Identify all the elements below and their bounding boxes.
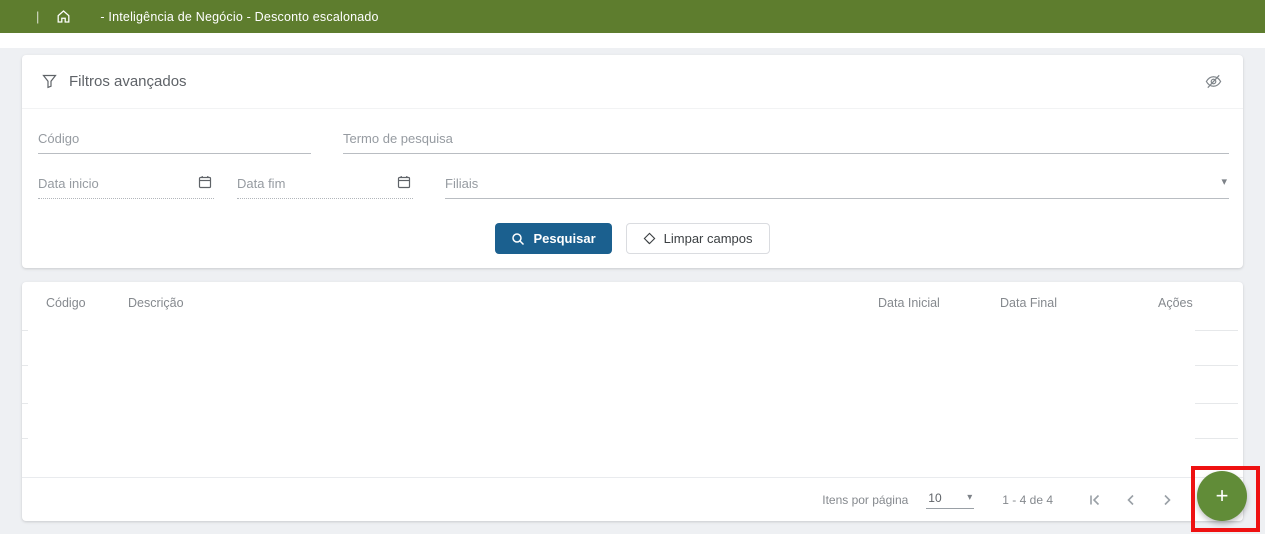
eraser-icon bbox=[643, 232, 656, 245]
pager-buttons bbox=[1083, 488, 1215, 512]
pesquisar-button[interactable]: Pesquisar bbox=[495, 223, 611, 254]
column-header-data-inicial: Data Inicial bbox=[878, 296, 940, 310]
results-table-card: Código Descrição Data Inicial Data Final… bbox=[22, 282, 1243, 521]
paginator: Itens por página 10 ▾ 1 - 4 de 4 bbox=[22, 477, 1243, 521]
eye-off-icon[interactable] bbox=[1204, 72, 1223, 91]
column-header-data-final: Data Final bbox=[1000, 296, 1057, 310]
top-bar: | - Inteligência de Negócio - Desconto e… bbox=[0, 0, 1265, 33]
calendar-icon[interactable] bbox=[198, 175, 212, 189]
add-button[interactable]: + bbox=[1197, 471, 1247, 521]
table-row bbox=[22, 403, 1243, 404]
termo-pesquisa-input[interactable] bbox=[343, 127, 1229, 154]
items-per-page-value: 10 bbox=[928, 491, 941, 505]
items-per-page-select[interactable]: 10 ▾ bbox=[926, 491, 974, 509]
first-page-icon[interactable] bbox=[1083, 488, 1107, 512]
chevron-down-icon: ▾ bbox=[967, 492, 972, 503]
table-row bbox=[22, 365, 1243, 366]
column-header-acoes: Ações bbox=[1158, 296, 1193, 310]
data-inicio-field bbox=[38, 172, 214, 199]
plus-icon: + bbox=[1216, 483, 1229, 509]
next-page-icon[interactable] bbox=[1155, 488, 1179, 512]
data-fim-input[interactable] bbox=[237, 172, 413, 199]
home-icon[interactable] bbox=[55, 8, 72, 25]
items-per-page-label: Itens por página bbox=[822, 493, 908, 507]
filiais-input[interactable] bbox=[445, 172, 1229, 199]
table-row bbox=[22, 438, 1243, 439]
sub-toolbar bbox=[0, 33, 1265, 48]
filters-actions: Pesquisar Limpar campos bbox=[22, 223, 1243, 254]
prev-page-icon[interactable] bbox=[1119, 488, 1143, 512]
advanced-filters-card: Filtros avançados bbox=[22, 55, 1243, 268]
column-header-descricao: Descrição bbox=[128, 296, 184, 310]
limpar-campos-button[interactable]: Limpar campos bbox=[626, 223, 770, 254]
page-range-label: 1 - 4 de 4 bbox=[1002, 493, 1053, 507]
filters-title: Filtros avançados bbox=[69, 73, 187, 90]
chevron-down-icon[interactable]: ▾ bbox=[1221, 177, 1227, 188]
calendar-icon[interactable] bbox=[397, 175, 411, 189]
table-header-row: Código Descrição Data Inicial Data Final… bbox=[22, 282, 1243, 322]
filiais-select[interactable]: ▾ bbox=[445, 172, 1229, 199]
data-fim-field bbox=[237, 172, 413, 199]
filters-header: Filtros avançados bbox=[22, 55, 1243, 109]
column-header-codigo: Código bbox=[46, 296, 86, 310]
topbar-separator: | bbox=[36, 9, 39, 24]
termo-pesquisa-field bbox=[343, 127, 1229, 154]
codigo-field bbox=[38, 127, 311, 154]
page-title: - Inteligência de Negócio - Desconto esc… bbox=[100, 10, 378, 24]
search-icon bbox=[511, 232, 525, 246]
table-row bbox=[22, 330, 1243, 331]
data-inicio-input[interactable] bbox=[38, 172, 214, 199]
filter-icon bbox=[42, 74, 57, 89]
codigo-input[interactable] bbox=[38, 127, 311, 154]
